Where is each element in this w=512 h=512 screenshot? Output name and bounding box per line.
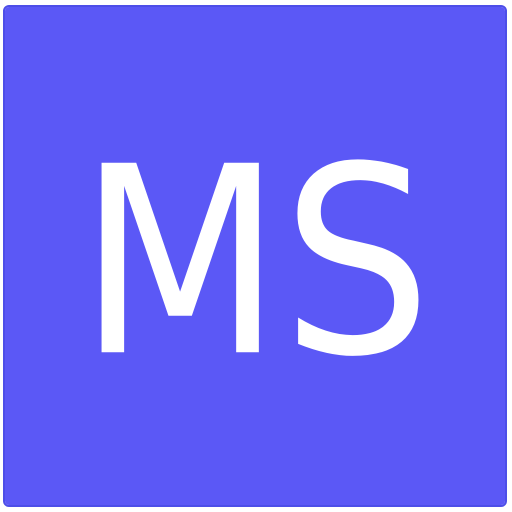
ms-monogram-icon: MS [5, 7, 505, 505]
app-icon-tile: MS [3, 5, 507, 507]
logo-text: MS [78, 112, 431, 414]
